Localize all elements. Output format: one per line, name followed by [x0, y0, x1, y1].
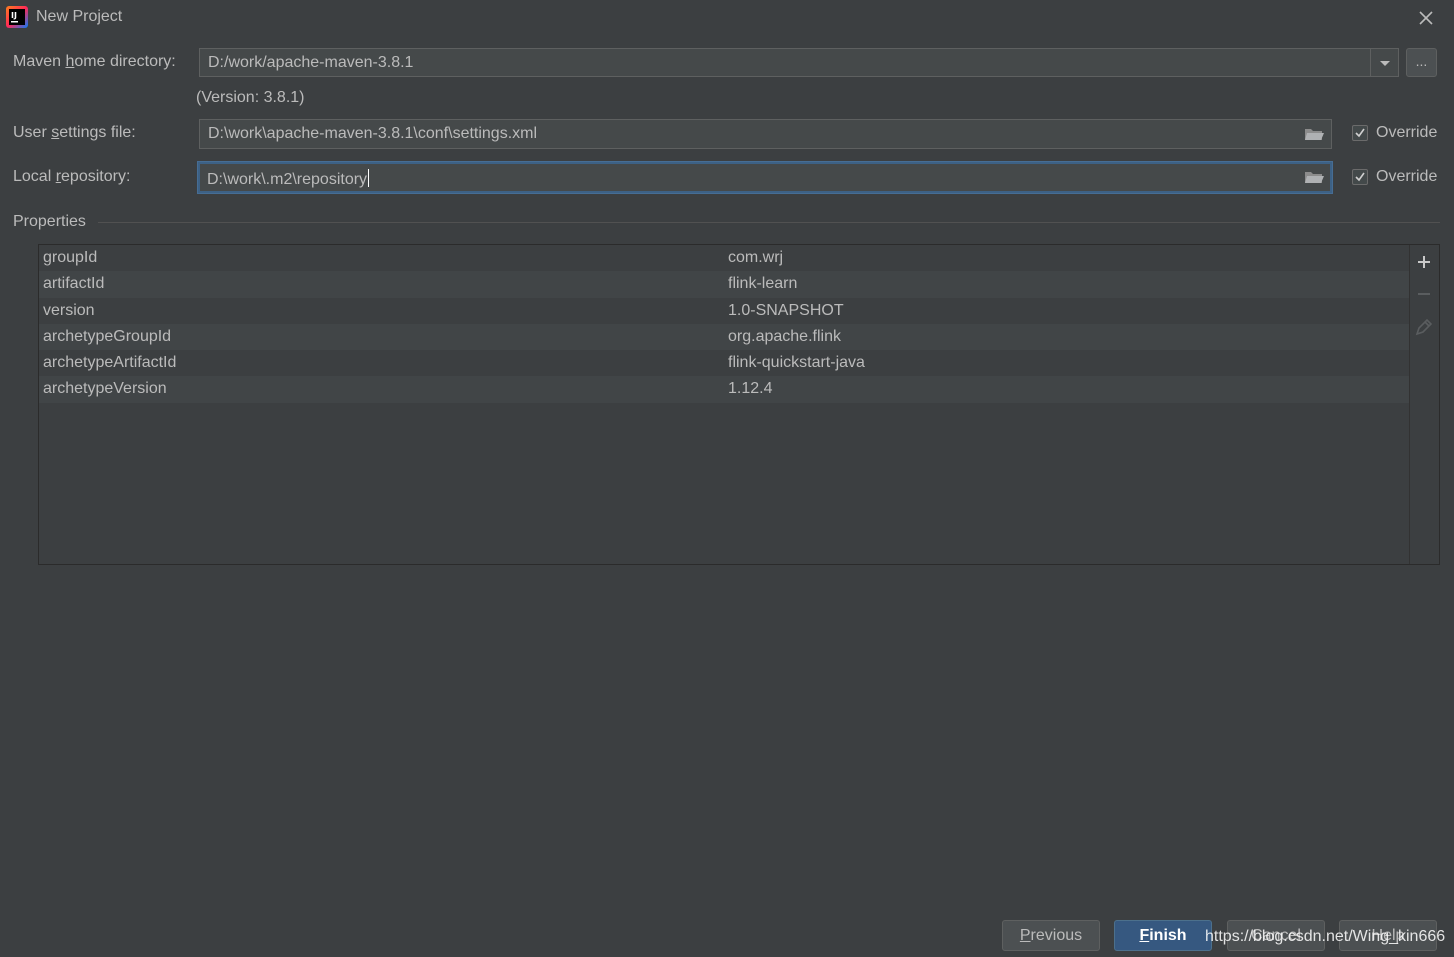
text-cursor	[368, 169, 370, 187]
folder-icon[interactable]	[1303, 168, 1325, 186]
new-project-dialog: IJ New Project Maven home directory: D:/…	[0, 0, 1454, 957]
override-checkbox[interactable]	[1352, 169, 1368, 185]
property-key[interactable]: groupId	[39, 245, 728, 271]
finish-button[interactable]: Finish	[1114, 920, 1212, 951]
section-divider	[98, 222, 1440, 223]
table-row[interactable]: archetypeGroupId org.apache.flink	[39, 323, 1409, 351]
property-value[interactable]: com.wrj	[728, 245, 1408, 271]
user-settings-override[interactable]: Override	[1352, 124, 1437, 142]
svg-text:IJ: IJ	[11, 11, 17, 20]
checkmark-icon	[1355, 128, 1365, 138]
property-value[interactable]: org.apache.flink	[728, 324, 1408, 350]
chevron-down-icon	[1380, 61, 1390, 66]
property-value[interactable]: flink-learn	[728, 271, 1408, 297]
intellij-icon: IJ	[6, 6, 28, 28]
local-repository-label: Local repository:	[13, 168, 131, 185]
local-repository-field[interactable]: D:\work\.m2\repository	[198, 162, 1332, 193]
maven-version-text: (Version: 3.8.1)	[196, 89, 305, 106]
property-key[interactable]: archetypeGroupId	[39, 324, 728, 350]
title-bar: IJ New Project	[0, 0, 1454, 36]
property-key[interactable]: archetypeArtifactId	[39, 350, 728, 376]
combo-dropdown-button[interactable]	[1370, 49, 1398, 77]
maven-home-label: Maven home directory:	[13, 53, 176, 70]
maven-home-combo[interactable]: D:/work/apache-maven-3.8.1	[199, 48, 1399, 77]
watermark-text: https://blog.csdn.net/Wing_kin666	[1205, 928, 1446, 945]
table-row[interactable]: artifactId flink-learn	[39, 271, 1409, 298]
property-key[interactable]: version	[39, 298, 728, 324]
property-key[interactable]: archetypeVersion	[39, 376, 728, 402]
user-settings-field[interactable]: D:\work\apache-maven-3.8.1\conf\settings…	[199, 119, 1332, 149]
browse-maven-home-button[interactable]: ...	[1406, 48, 1437, 77]
property-key[interactable]: artifactId	[39, 271, 728, 297]
remove-icon[interactable]	[1412, 282, 1436, 306]
table-row[interactable]: groupId com.wrj	[39, 245, 1409, 271]
window-title: New Project	[36, 8, 123, 25]
properties-table: groupId com.wrj artifactId flink-learn versi…	[38, 244, 1440, 565]
local-repository-value: D:\work\.m2\repository	[207, 169, 370, 188]
property-value[interactable]: 1.12.4	[728, 376, 1408, 402]
user-settings-label: User settings file:	[13, 124, 136, 141]
edit-icon[interactable]	[1412, 315, 1436, 339]
override-label: Override	[1376, 168, 1438, 185]
property-value[interactable]: flink-quickstart-java	[728, 350, 1408, 376]
override-label: Override	[1376, 124, 1438, 141]
property-value[interactable]: 1.0-SNAPSHOT	[728, 298, 1408, 324]
table-row[interactable]: version 1.0-SNAPSHOT	[39, 298, 1409, 324]
previous-button[interactable]: Previous	[1002, 920, 1100, 951]
override-checkbox[interactable]	[1352, 125, 1368, 141]
close-icon[interactable]	[1414, 6, 1438, 30]
checkmark-icon	[1355, 172, 1365, 182]
table-row[interactable]: archetypeArtifactId flink-quickstart-java	[39, 350, 1409, 376]
user-settings-value: D:\work\apache-maven-3.8.1\conf\settings…	[208, 125, 538, 142]
maven-home-value: D:/work/apache-maven-3.8.1	[208, 54, 414, 71]
add-icon[interactable]	[1412, 250, 1436, 274]
table-row[interactable]: archetypeVersion 1.12.4	[39, 376, 1409, 403]
folder-icon[interactable]	[1303, 125, 1325, 143]
properties-title: Properties	[13, 213, 86, 230]
properties-table-body: groupId com.wrj artifactId flink-learn versi…	[39, 245, 1410, 564]
local-repository-override[interactable]: Override	[1352, 168, 1437, 186]
